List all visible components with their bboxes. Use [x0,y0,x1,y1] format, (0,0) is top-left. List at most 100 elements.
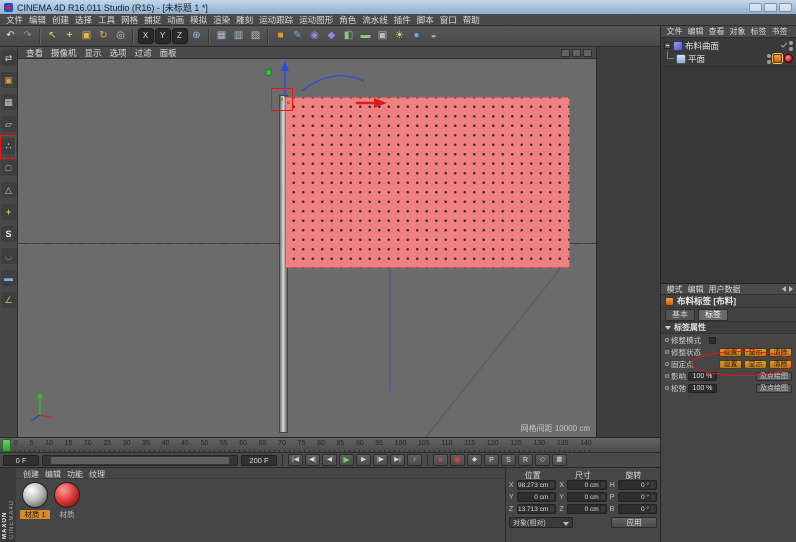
viewport-menu-item[interactable]: 查看 [22,47,47,59]
fix-points-clear-button[interactable]: 清除 [769,360,792,369]
menu-item[interactable]: 网格 [118,14,141,26]
expand-icon[interactable] [664,42,671,49]
timeline-ruler[interactable]: 0510152025303540455055606570758085909510… [0,437,660,452]
play-button[interactable]: ▶ [339,454,354,466]
object-manager-menu-item[interactable]: 编辑 [685,26,706,37]
dress-mode-checkbox[interactable] [709,337,716,344]
object-manager-menu-item[interactable]: 书签 [769,26,790,37]
timeline-scrollbar[interactable] [42,455,238,466]
size-z-input[interactable]: 0 cm [567,504,606,514]
add-sky-icon[interactable]: ● [409,28,425,44]
points-mode-icon[interactable]: ∴ [1,138,17,154]
viewport-menu-item[interactable]: 选项 [106,47,131,59]
redo-icon[interactable]: ↷ [20,28,36,44]
material-item[interactable]: 材质 1 [20,482,50,519]
position-x-input[interactable]: -198.273 cm [517,480,556,490]
menu-item[interactable]: 插件 [391,14,414,26]
viewport-solo-icon[interactable]: S [1,226,17,242]
menu-item[interactable]: 渲染 [210,14,233,26]
lock-y-axis-button[interactable]: Y [155,28,171,44]
timeline-playhead[interactable] [2,439,11,452]
next-key-button[interactable]: |▶ [373,454,388,466]
next-frame-button[interactable]: ▶ [356,454,371,466]
attribute-manager-menu-item[interactable]: 用户数据 [706,284,743,295]
coordinate-mode-dropdown[interactable]: 对象(相对) [509,517,573,528]
animation-dot-icon[interactable] [665,374,669,378]
influence-input[interactable]: 100 % [688,372,717,381]
size-x-input[interactable]: 0 cm [567,480,606,490]
dress-state-clear-button[interactable]: 清除 [769,348,792,357]
end-frame-input[interactable]: 200 F [241,455,277,466]
relax-point-map-button[interactable]: 及点绘图 [756,384,792,393]
dress-state-set-button[interactable]: 设置 [719,348,742,357]
add-cube-icon[interactable]: ■ [273,28,289,44]
dress-state-show-button[interactable]: 显示 [744,348,767,357]
material-name[interactable]: 材质 [52,510,82,519]
add-camera-icon[interactable]: ▣ [375,28,391,44]
play-sound-button[interactable]: ♪ [407,454,422,466]
object-name[interactable]: 布料曲面 [685,40,719,52]
position-z-input[interactable]: 113.713 cm [517,504,556,514]
object-manager-menu-item[interactable]: 标签 [748,26,769,37]
polygons-mode-icon[interactable]: △ [1,182,17,198]
material-item[interactable]: 材质 [52,482,82,519]
coordinate-system-icon[interactable]: ⊕ [189,28,205,44]
influence-point-map-button[interactable]: 及点绘图 [756,372,792,381]
object-manager-menu-item[interactable]: 对象 [727,26,748,37]
workplane-mode-icon[interactable]: ▱ [1,116,17,132]
record-position-button[interactable]: P [484,454,499,466]
material-menu-item[interactable]: 创建 [20,469,42,478]
render-picture-viewer-icon[interactable]: ▥ [231,28,247,44]
attribute-manager-menu-item[interactable]: 编辑 [685,284,706,295]
viewport-menu-item[interactable]: 过滤 [131,47,156,59]
object-name[interactable]: 平面 [688,53,705,65]
animation-dot-icon[interactable] [665,338,669,342]
render-settings-icon[interactable]: ▨ [248,28,264,44]
tab-basic[interactable]: 基本 [665,309,695,321]
lock-x-axis-button[interactable]: X [138,28,154,44]
cloth-tag-icon[interactable] [773,54,782,63]
visibility-dots[interactable] [767,54,771,64]
scale-icon[interactable]: ▣ [79,28,95,44]
menu-item[interactable]: 运动跟踪 [256,14,296,26]
material-menu-item[interactable]: 编辑 [42,469,64,478]
add-generator-icon[interactable]: ◆ [324,28,340,44]
add-spline-icon[interactable]: ✎ [290,28,306,44]
record-keyframe-button[interactable]: ● [433,454,448,466]
current-frame-input[interactable]: 0 F [3,455,39,466]
add-subdivision-surface-icon[interactable]: ◉ [307,28,323,44]
minimize-button[interactable] [749,3,762,12]
rotation-b-input[interactable]: 0 ° [618,504,657,514]
object-manager-menu-item[interactable]: 查看 [706,26,727,37]
fix-points-show-button[interactable]: 显示 [744,360,767,369]
material-menu-item[interactable]: 功能 [64,469,86,478]
tab-tag[interactable]: 标签 [698,309,728,321]
history-back-icon[interactable] [782,286,786,292]
viewport-menu-item[interactable]: 摄像机 [47,47,81,59]
material-preview-sphere[interactable] [54,482,80,508]
enable-axis-icon[interactable]: + [1,204,17,220]
menu-item[interactable]: 创建 [49,14,72,26]
goto-end-button[interactable]: ▶| [390,454,405,466]
animation-dot-icon[interactable] [665,350,669,354]
single-view-icon[interactable] [561,49,570,57]
history-forward-icon[interactable] [789,286,793,292]
undo-icon[interactable]: ↶ [3,28,19,44]
last-tool-icon[interactable]: ◎ [113,28,129,44]
four-view-icon[interactable] [572,49,581,57]
render-view-icon[interactable]: ▦ [214,28,230,44]
menu-item[interactable]: 捕捉 [141,14,164,26]
menu-item[interactable]: 角色 [336,14,359,26]
menu-item[interactable]: 编辑 [26,14,49,26]
menu-item[interactable]: 工具 [95,14,118,26]
record-parameter-button[interactable]: ◇ [535,454,550,466]
maximize-button[interactable] [764,3,777,12]
model-mode-icon[interactable]: ▣ [1,72,17,88]
make-editable-icon[interactable]: ⇄ [1,50,17,66]
viewport-menu-item[interactable]: 面板 [156,47,181,59]
menu-item[interactable]: 雕刻 [233,14,256,26]
record-pla-button[interactable]: ▦ [552,454,567,466]
menu-item[interactable]: 窗口 [437,14,460,26]
menu-item[interactable]: 选择 [72,14,95,26]
section-collapse-icon[interactable] [665,326,671,330]
